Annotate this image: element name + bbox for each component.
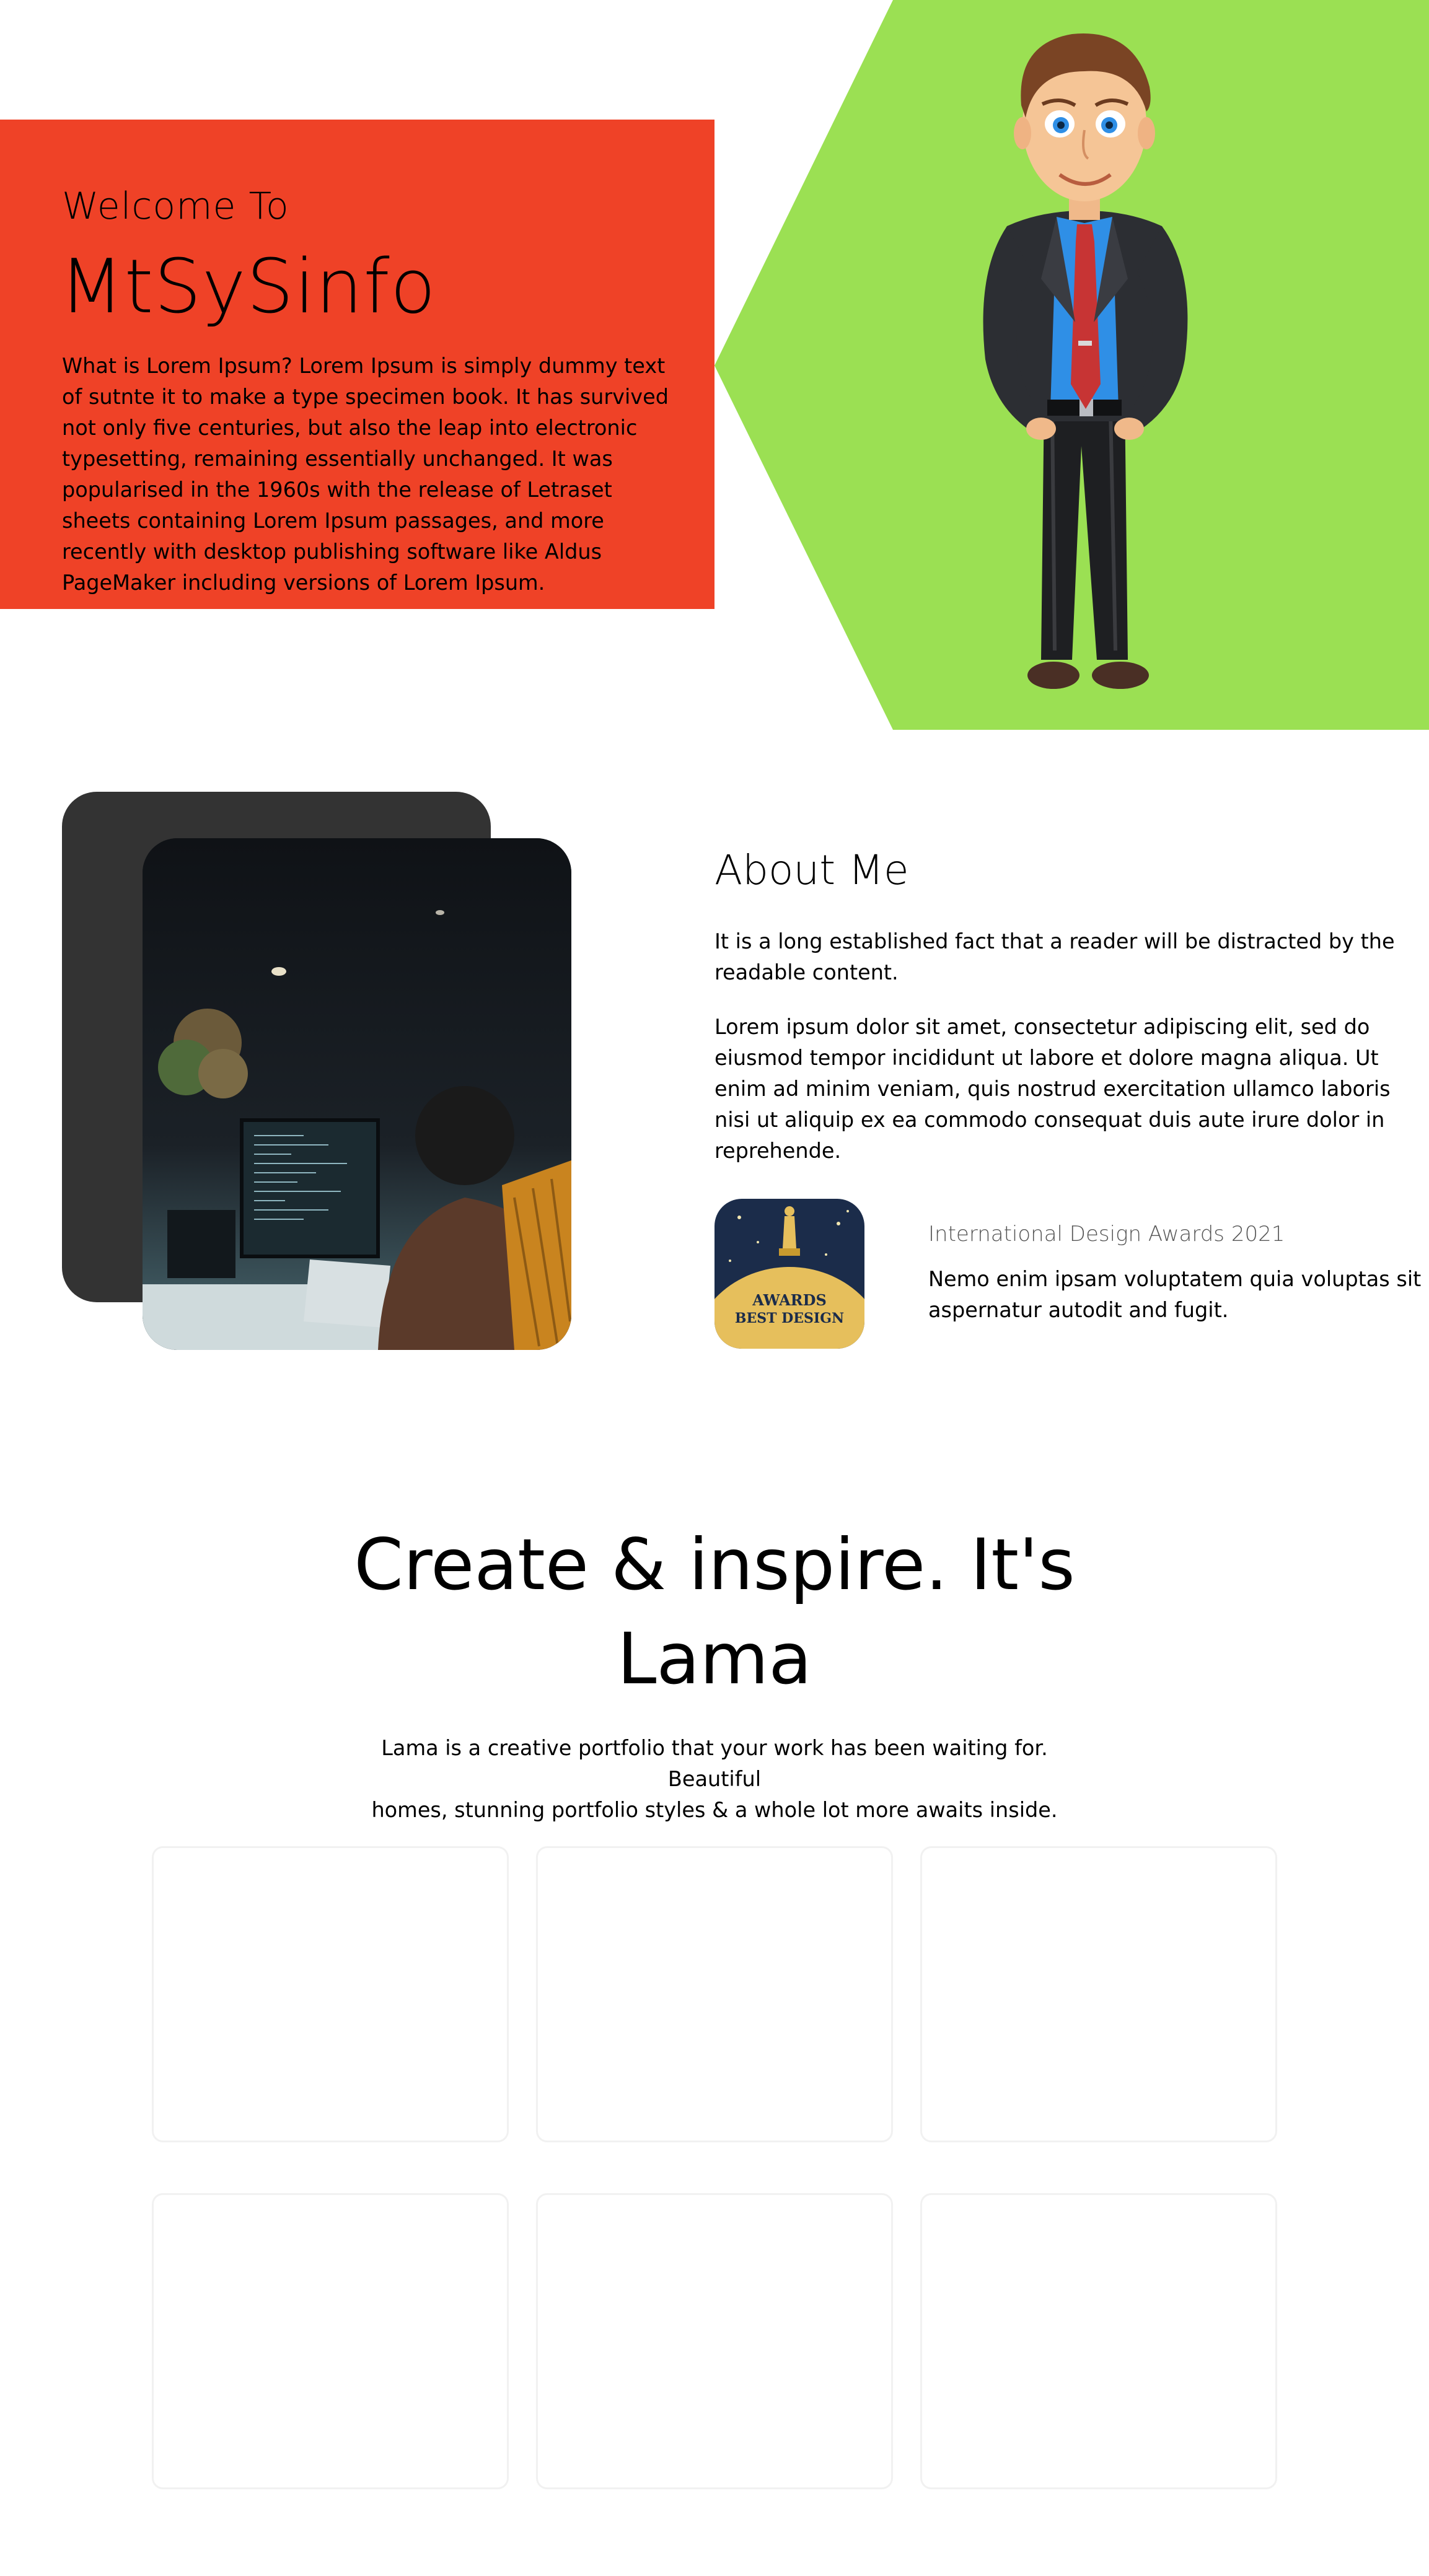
about-paragraph-2: Lorem ipsum dolor sit amet, consectetur …	[714, 1015, 1391, 1163]
inspire-description-line-2: homes, stunning portfolio styles & a who…	[371, 1798, 1058, 1822]
businessman-illustration	[983, 33, 1188, 689]
hero-description: What is Lorem Ipsum? Lorem Ipsum is simp…	[62, 354, 669, 595]
portfolio-card[interactable]	[920, 2193, 1277, 2489]
inspire-description-line-1: Lama is a creative portfolio that your w…	[381, 1736, 1048, 1791]
hero-welcome: Welcome To	[62, 185, 289, 228]
award-badge-line-2: BEST DESIGN	[735, 1310, 844, 1326]
award-title: International Design Awards 2021	[928, 1222, 1285, 1246]
developer-photo	[143, 838, 571, 1350]
portfolio-card[interactable]	[536, 2193, 893, 2489]
award-trophy-icon: AWARDS BEST DESIGN	[714, 1199, 864, 1349]
award-badge-line-1: AWARDS	[752, 1291, 827, 1309]
inspire-description: Lama is a creative portfolio that your w…	[343, 1733, 1086, 1826]
inspire-title-line-2: Lama	[617, 1618, 812, 1700]
portfolio-card[interactable]	[152, 1846, 509, 2142]
about-title: About Me	[714, 846, 909, 894]
developer-photo-illustration	[143, 838, 571, 1350]
award-description: Nemo enim ipsam voluptatem quia voluptas…	[928, 1267, 1422, 1322]
portfolio-card[interactable]	[536, 1846, 893, 2142]
inspire-title: Create & inspire. It's Lama	[343, 1518, 1086, 1706]
hero-section: Welcome To MtSySinfo What is Lorem Ipsum…	[0, 0, 1429, 730]
portfolio-card[interactable]	[152, 2193, 509, 2489]
portfolio-card[interactable]	[920, 1846, 1277, 2142]
inspire-title-line-1: Create & inspire. It's	[354, 1523, 1075, 1606]
hero-title: MtSySinfo	[59, 244, 437, 330]
about-paragraph-1: It is a long established fact that a rea…	[714, 929, 1395, 984]
